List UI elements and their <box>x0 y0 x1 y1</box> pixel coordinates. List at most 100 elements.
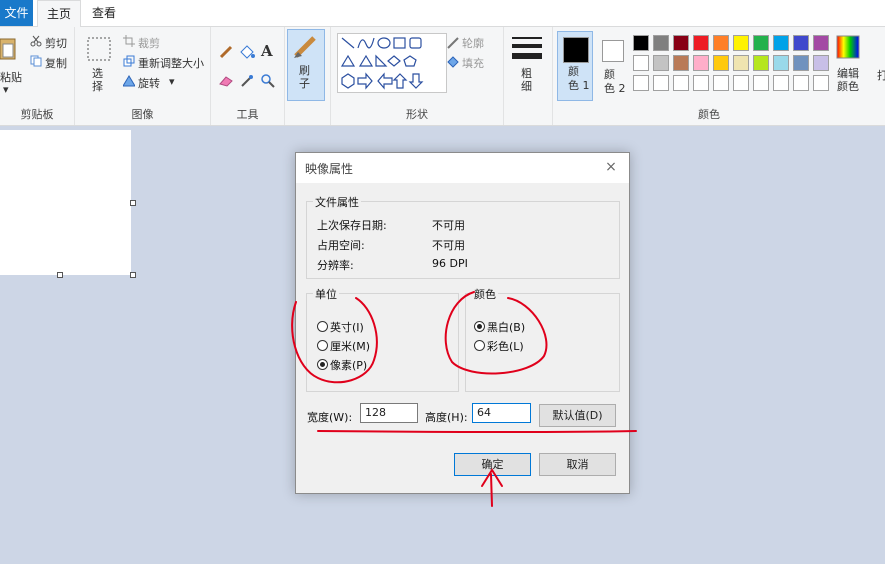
units-cm-radio[interactable]: 厘米(M) <box>317 338 370 354</box>
disk-size-value: 不可用 <box>432 239 465 252</box>
dialog-title: 映像属性 <box>305 162 354 176</box>
cut-button[interactable]: 剪切 <box>45 35 67 51</box>
palette-swatch-empty[interactable] <box>713 75 729 91</box>
last-saved-value: 不可用 <box>432 219 465 232</box>
palette-swatch[interactable] <box>813 55 829 71</box>
copy-button[interactable]: 复制 <box>45 55 67 71</box>
palette-swatch[interactable] <box>733 55 749 71</box>
color-color-radio[interactable]: 彩色(L) <box>474 338 524 354</box>
palette-swatch[interactable] <box>673 55 689 71</box>
dialog-titlebar: 映像属性 × <box>296 153 629 183</box>
palette-swatch-empty[interactable] <box>773 75 789 91</box>
resize-handle-right[interactable] <box>130 200 136 206</box>
text-tool-icon[interactable]: A <box>261 42 273 60</box>
palette-swatch[interactable] <box>713 35 729 51</box>
brushes-button[interactable]: 刷 子 <box>287 29 325 101</box>
eraser-icon[interactable] <box>219 75 233 87</box>
shapes-icon <box>340 37 424 90</box>
shapes-gallery[interactable] <box>337 33 447 93</box>
palette-swatch[interactable] <box>673 35 689 51</box>
palette-swatch-empty[interactable] <box>733 75 749 91</box>
crop-button[interactable]: 裁剪 <box>138 35 160 51</box>
size-button[interactable]: 粗 细 <box>521 67 532 93</box>
crop-icon <box>123 35 135 47</box>
color2-swatch <box>602 40 624 62</box>
color1-button[interactable]: 颜 色 1 <box>557 31 593 101</box>
magnifier-icon[interactable] <box>261 74 275 88</box>
last-saved-label: 上次保存日期: <box>317 219 387 232</box>
color-bw-label: 黑白(B) <box>487 321 526 334</box>
palette-swatch-empty[interactable] <box>653 75 669 91</box>
palette-swatch[interactable] <box>813 35 829 51</box>
units-inches-radio[interactable]: 英寸(I) <box>317 319 364 335</box>
color2-label: 颜 色 2 <box>604 68 626 95</box>
palette-swatch[interactable] <box>693 55 709 71</box>
file-properties-legend: 文件属性 <box>313 194 361 210</box>
palette-swatch[interactable] <box>753 55 769 71</box>
units-legend: 单位 <box>313 286 339 302</box>
more-ribbon[interactable]: 打 <box>877 67 885 83</box>
pencil-icon[interactable] <box>219 45 233 59</box>
palette-swatch[interactable] <box>773 35 789 51</box>
fill-bucket-icon[interactable] <box>239 45 255 59</box>
resize-button[interactable]: 重新调整大小 <box>138 55 204 71</box>
palette-swatch[interactable] <box>753 35 769 51</box>
color2-button[interactable]: 颜 色 2 <box>599 31 629 101</box>
tools-group: A 工具 <box>211 27 285 125</box>
palette-swatch[interactable] <box>773 55 789 71</box>
palette-swatch-empty[interactable] <box>633 75 649 91</box>
color-legend: 颜色 <box>472 286 498 302</box>
color-color-label: 彩色(L) <box>487 340 524 353</box>
radio-circle-selected <box>317 359 328 370</box>
line-width-icon[interactable] <box>512 35 542 61</box>
palette-swatch[interactable] <box>633 35 649 51</box>
palette-swatch[interactable] <box>653 35 669 51</box>
tab-file[interactable]: 文件 <box>0 0 33 26</box>
tab-home[interactable]: 主页 <box>37 0 81 28</box>
resize-handle-bottom[interactable] <box>57 272 63 278</box>
outline-button[interactable]: 轮廓 <box>462 35 484 51</box>
resize-icon <box>123 55 135 67</box>
brushes-label: 刷 子 <box>299 64 310 90</box>
palette-swatch[interactable] <box>793 55 809 71</box>
palette-swatch[interactable] <box>713 55 729 71</box>
drawing-canvas[interactable] <box>0 130 131 275</box>
radio-circle-selected <box>474 321 485 332</box>
select-icon[interactable] <box>87 37 111 61</box>
palette-swatch[interactable] <box>693 35 709 51</box>
paste-icon[interactable] <box>0 35 18 61</box>
palette-swatch[interactable] <box>733 35 749 51</box>
menu-bar: 文件 主页 查看 <box>0 0 885 28</box>
palette-swatch-empty[interactable] <box>793 75 809 91</box>
resize-handle-corner[interactable] <box>130 272 136 278</box>
rotate-button[interactable]: 旋转 <box>138 75 160 91</box>
palette-swatch-empty[interactable] <box>813 75 829 91</box>
shapes-group: 轮廓 填充 形状 <box>331 27 504 125</box>
palette-swatch-empty[interactable] <box>693 75 709 91</box>
close-icon[interactable]: × <box>601 157 621 177</box>
palette-swatch[interactable] <box>653 55 669 71</box>
tab-view[interactable]: 查看 <box>88 0 120 26</box>
height-input[interactable]: 64 <box>472 403 531 423</box>
image-group: 选 择 裁剪 重新调整大小 旋转 ▾ 图像 <box>75 27 211 125</box>
color-bw-radio[interactable]: 黑白(B) <box>474 319 525 335</box>
width-input[interactable]: 128 <box>360 403 418 423</box>
units-pixels-radio[interactable]: 像素(P) <box>317 357 367 373</box>
colors-label: 颜色 <box>698 108 720 121</box>
color-picker-icon[interactable] <box>240 74 254 88</box>
default-button[interactable]: 默认值(D) <box>539 404 616 427</box>
outline-icon <box>447 37 459 49</box>
palette-swatch-empty[interactable] <box>673 75 689 91</box>
palette-swatch[interactable] <box>633 55 649 71</box>
size-group: 粗 细 <box>504 27 553 125</box>
select-button[interactable]: 选 择 <box>92 67 103 93</box>
ok-button[interactable]: 确定 <box>454 453 531 476</box>
palette-swatch-empty[interactable] <box>753 75 769 91</box>
edit-colors-button[interactable]: 编辑 颜色 <box>837 67 859 93</box>
fill-button[interactable]: 填充 <box>462 55 484 71</box>
palette-swatch[interactable] <box>793 35 809 51</box>
brush-icon <box>294 36 316 58</box>
cancel-button[interactable]: 取消 <box>539 453 616 476</box>
fill-icon <box>447 56 459 68</box>
radio-circle <box>317 340 328 351</box>
